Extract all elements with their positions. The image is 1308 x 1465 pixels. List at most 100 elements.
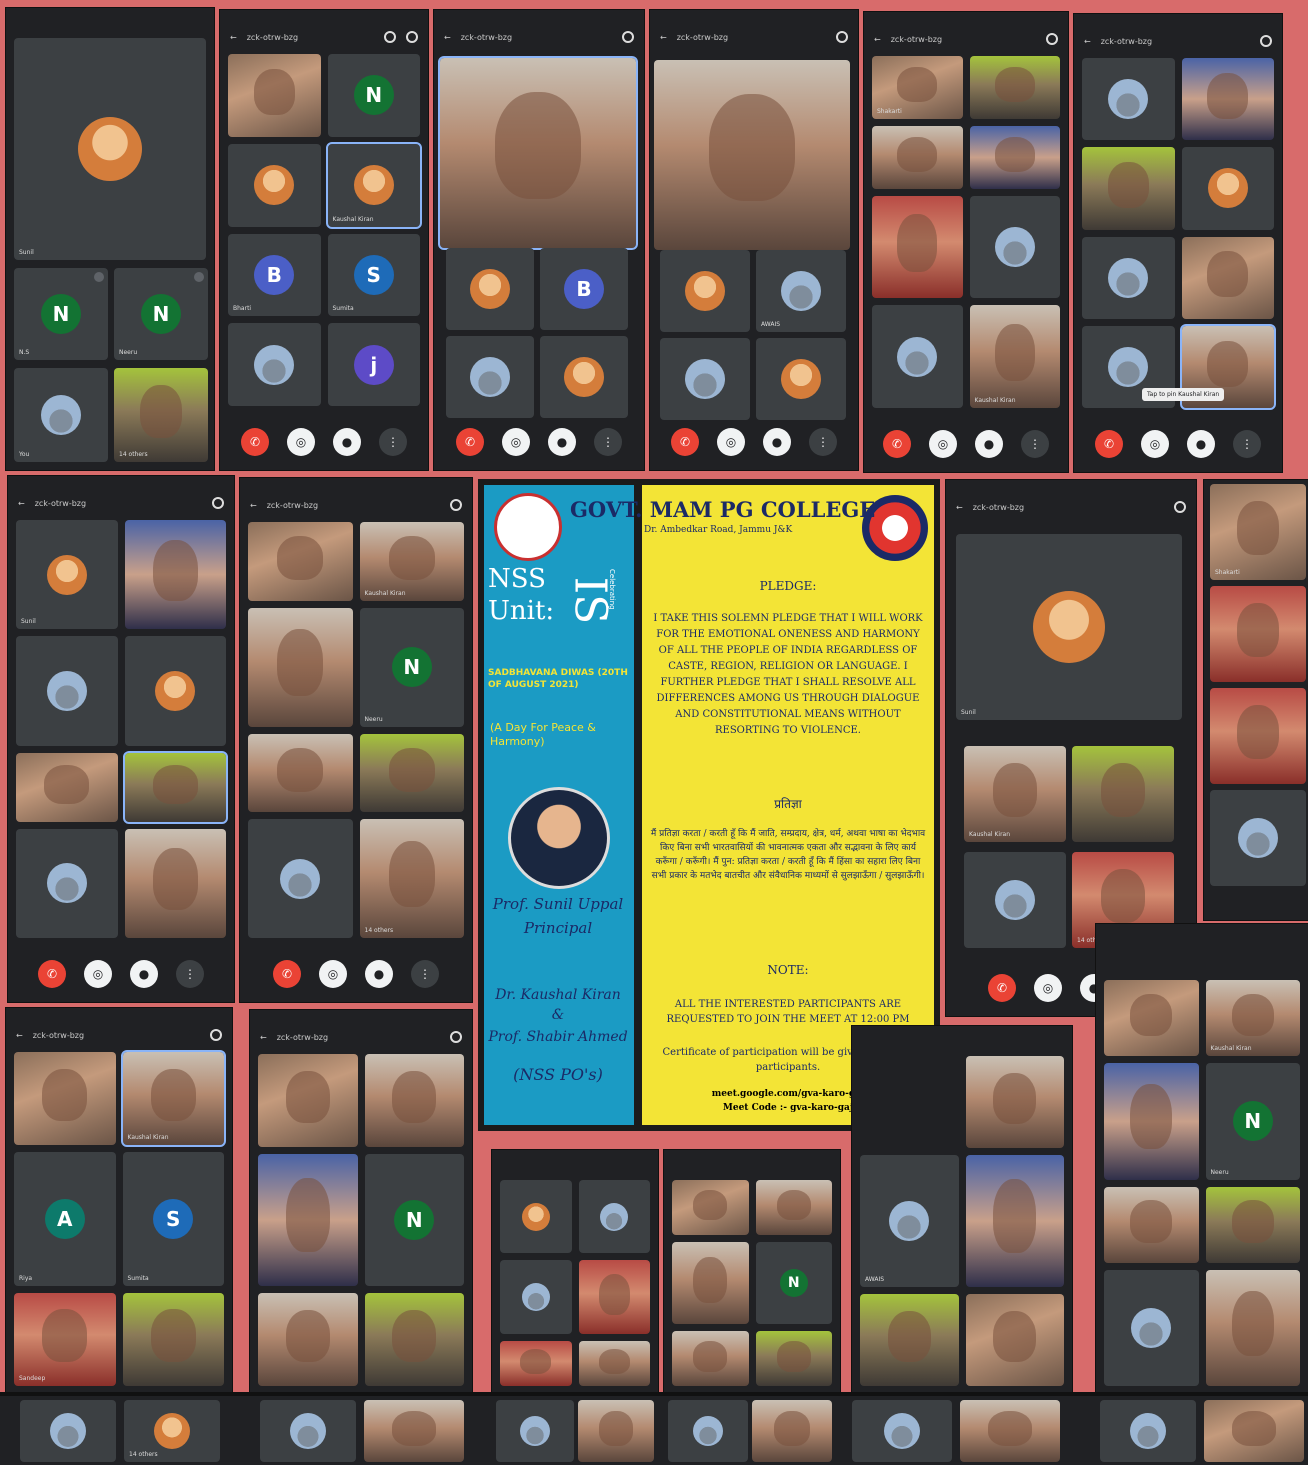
participant-tile[interactable] — [1104, 980, 1199, 1057]
participant-tile[interactable] — [755, 1331, 832, 1386]
camera-toggle-button[interactable]: ◎ — [502, 428, 530, 456]
participant-tile[interactable] — [860, 1294, 959, 1386]
camera-toggle-button[interactable]: ◎ — [717, 428, 745, 456]
participant-tile[interactable] — [1205, 1186, 1300, 1263]
participant-tile[interactable]: N Neeru — [1205, 1063, 1300, 1180]
participant-tile[interactable]: j — [327, 323, 420, 406]
participant-tile[interactable] — [359, 733, 464, 813]
participant-tile[interactable] — [1210, 688, 1306, 784]
participant-tile[interactable]: N Neeru — [114, 268, 208, 360]
participant-tile[interactable] — [756, 338, 846, 420]
participant-tile[interactable] — [752, 1400, 832, 1462]
participant-tile[interactable]: You — [14, 368, 108, 462]
end-call-button[interactable]: ✆ — [883, 430, 911, 458]
mic-toggle-button[interactable]: ● — [1187, 430, 1215, 458]
participant-tile[interactable] — [1100, 1400, 1196, 1462]
participant-tile[interactable]: AWAIS — [756, 250, 846, 332]
participant-tile[interactable] — [1104, 1186, 1199, 1263]
participant-tile[interactable]: Kaushal Kiran — [969, 305, 1060, 408]
participant-tile[interactable] — [960, 1400, 1060, 1462]
mic-toggle-button[interactable]: ● — [130, 960, 158, 988]
participant-tile[interactable] — [124, 636, 226, 746]
participant-tile[interactable]: Kaushal Kiran — [964, 746, 1066, 842]
switch-camera-icon[interactable] — [836, 31, 848, 43]
participant-tile[interactable] — [852, 1400, 952, 1462]
more-options-button[interactable]: ⋮ — [379, 428, 407, 456]
participant-tile[interactable]: Shakarti — [1210, 484, 1306, 580]
meeting-code[interactable]: zck-otrw-bzg — [461, 33, 612, 42]
mic-toggle-button[interactable]: ● — [975, 430, 1003, 458]
participant-tile[interactable]: N N.S — [14, 268, 108, 360]
participant-tile[interactable] — [964, 852, 1066, 948]
participant-tile[interactable] — [540, 336, 628, 418]
participant-tile[interactable] — [1205, 1269, 1300, 1386]
meeting-code[interactable]: zck-otrw-bzg — [35, 499, 202, 508]
participant-tile[interactable] — [1104, 1269, 1199, 1386]
participant-tile[interactable] — [1204, 1400, 1304, 1462]
participant-tile[interactable] — [1210, 790, 1306, 886]
participant-tile[interactable] — [496, 1400, 574, 1462]
camera-toggle-button[interactable]: ◎ — [929, 430, 957, 458]
more-options-button[interactable]: ⋮ — [1021, 430, 1049, 458]
back-arrow-icon[interactable]: ← — [230, 33, 237, 42]
participant-tile[interactable]: N — [327, 54, 420, 137]
speaker-tile[interactable] — [654, 60, 850, 250]
participant-tile[interactable] — [668, 1400, 748, 1462]
camera-toggle-button[interactable]: ◎ — [287, 428, 315, 456]
participant-tile[interactable] — [14, 1052, 116, 1146]
participant-tile[interactable]: Sandeep — [14, 1292, 116, 1386]
participant-tile[interactable] — [248, 819, 353, 938]
participant-tile[interactable] — [660, 250, 750, 332]
participant-tile[interactable] — [1181, 147, 1274, 230]
participant-tile[interactable]: Sunil — [16, 520, 118, 630]
participant-tile[interactable] — [578, 1400, 654, 1462]
participant-tile[interactable] — [755, 1180, 832, 1235]
back-arrow-icon[interactable]: ← — [16, 1031, 23, 1040]
switch-camera-icon[interactable] — [212, 497, 224, 509]
participant-tile[interactable] — [500, 1260, 572, 1334]
switch-camera-icon[interactable] — [384, 31, 396, 43]
participant-tile[interactable] — [1210, 586, 1306, 682]
participant-tile[interactable] — [364, 1054, 464, 1147]
mic-toggle-button[interactable]: ● — [333, 428, 361, 456]
more-options-button[interactable]: ⋮ — [594, 428, 622, 456]
back-arrow-icon[interactable]: ← — [1084, 37, 1091, 46]
participant-tile[interactable] — [578, 1180, 650, 1254]
participant-tile[interactable] — [16, 636, 118, 746]
participant-tile[interactable] — [578, 1260, 650, 1334]
more-options-button[interactable]: ⋮ — [1233, 430, 1261, 458]
meeting-code[interactable]: zck-otrw-bzg — [677, 33, 826, 42]
camera-toggle-button[interactable]: ◎ — [1034, 974, 1062, 1002]
participant-tile[interactable]: Shakarti — [872, 56, 963, 119]
participant-tile[interactable] — [1181, 236, 1274, 319]
participant-tile[interactable] — [969, 195, 1060, 299]
speaker-tile[interactable]: Sunil — [956, 534, 1182, 720]
speaker-icon[interactable] — [406, 31, 418, 43]
participant-tile[interactable] — [672, 1241, 749, 1325]
participant-tile[interactable] — [965, 1056, 1064, 1148]
end-call-button[interactable]: ✆ — [456, 428, 484, 456]
participant-tile[interactable] — [872, 195, 963, 299]
participant-tile[interactable] — [965, 1155, 1064, 1287]
participant-tile[interactable]: S Sumita — [327, 233, 420, 317]
back-arrow-icon[interactable]: ← — [660, 33, 667, 42]
participant-tile[interactable] — [969, 125, 1060, 189]
participant-tile[interactable] — [258, 1293, 358, 1386]
participant-tile[interactable] — [660, 338, 750, 420]
participant-tile[interactable]: N Neeru — [359, 607, 464, 727]
participant-tile[interactable] — [672, 1331, 749, 1386]
switch-camera-icon[interactable] — [450, 1031, 462, 1043]
switch-camera-icon[interactable] — [1046, 33, 1058, 45]
speaker-tile[interactable] — [438, 56, 638, 250]
back-arrow-icon[interactable]: ← — [260, 1033, 267, 1042]
switch-camera-icon[interactable] — [1260, 35, 1272, 47]
participant-tile[interactable]: 14 others — [124, 1400, 220, 1462]
participant-tile[interactable]: A Riya — [14, 1152, 116, 1286]
switch-camera-icon[interactable] — [1174, 501, 1186, 513]
end-call-button[interactable]: ✆ — [671, 428, 699, 456]
meeting-code[interactable]: zck-otrw-bzg — [33, 1031, 200, 1040]
participant-tile[interactable]: 14 others — [359, 819, 464, 938]
switch-camera-icon[interactable] — [622, 31, 634, 43]
participant-tile[interactable] — [16, 828, 118, 938]
participant-tile[interactable] — [500, 1340, 572, 1386]
